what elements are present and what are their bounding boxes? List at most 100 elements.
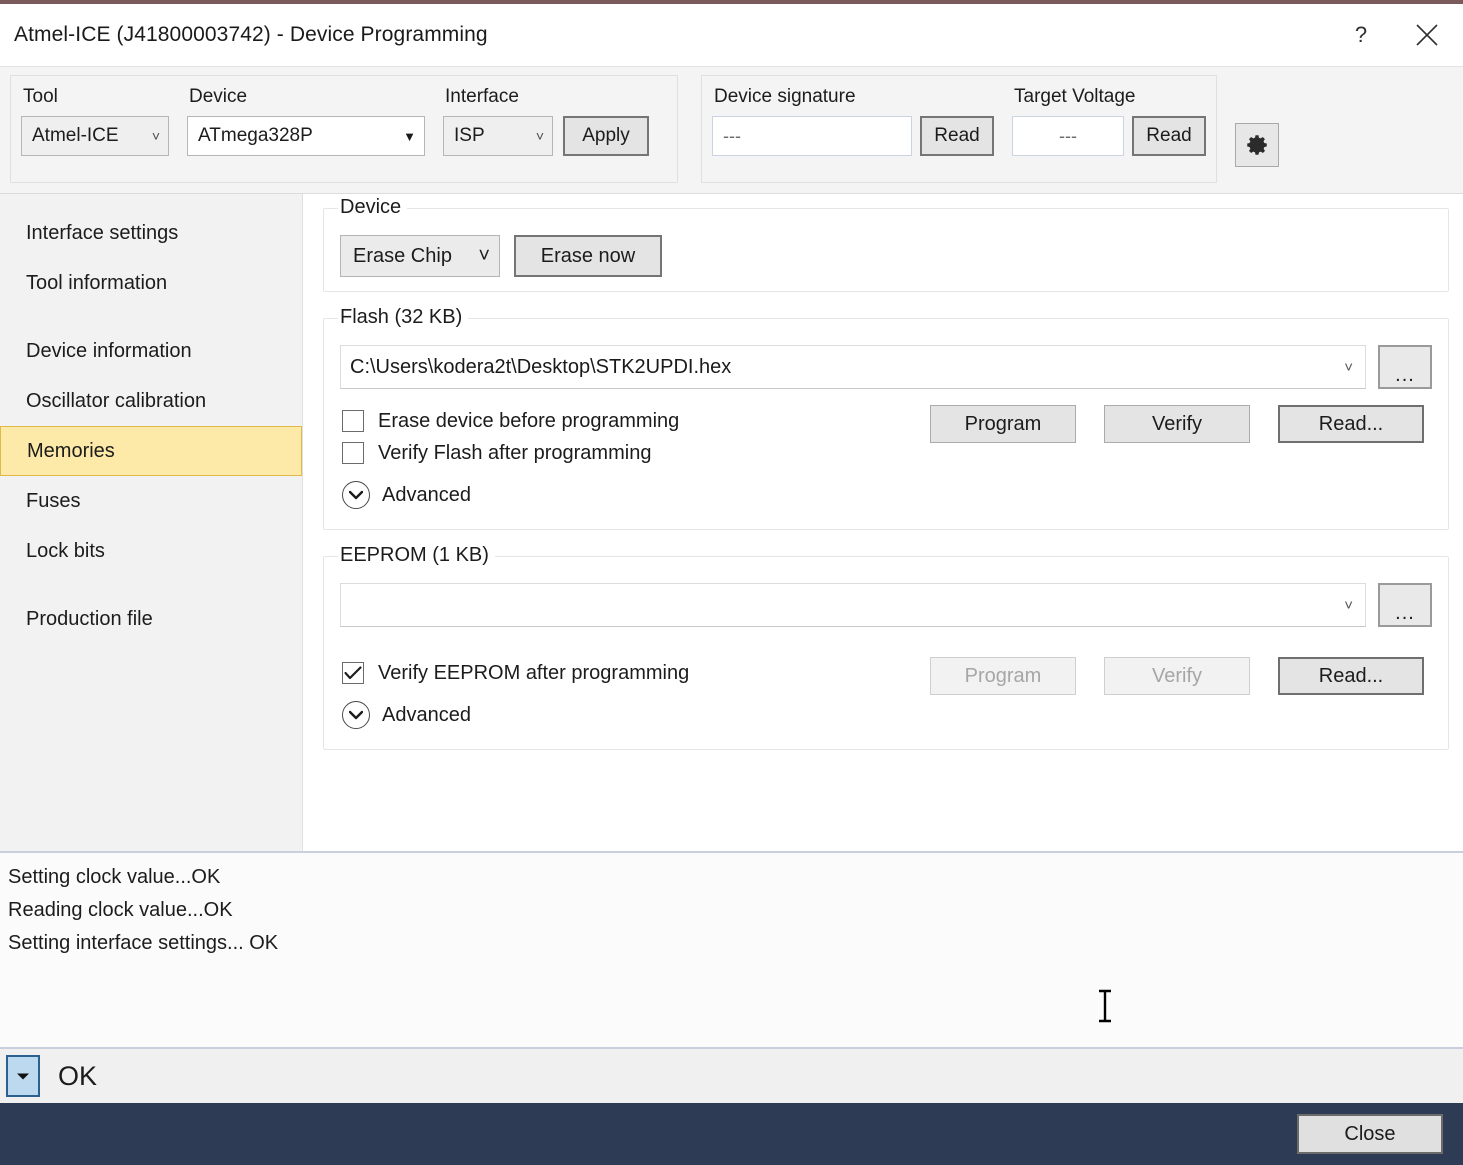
eeprom-file-input[interactable]: ˅ bbox=[340, 583, 1366, 627]
help-button[interactable]: ? bbox=[1331, 6, 1391, 64]
sidebar-item-label: Device information bbox=[26, 339, 192, 362]
device-signature-field: Device signature --- Read bbox=[712, 82, 994, 156]
status-bar: OK bbox=[0, 1047, 1463, 1103]
flash-advanced-label: Advanced bbox=[382, 483, 471, 506]
tool-label: Tool bbox=[23, 86, 58, 107]
checkbox-box bbox=[342, 442, 364, 464]
eeprom-read-button[interactable]: Read... bbox=[1278, 657, 1424, 695]
checkbox-label: Verify Flash after programming bbox=[378, 441, 652, 464]
sidebar: Interface settings Tool information Devi… bbox=[0, 194, 303, 851]
title-bar: Atmel-ICE (J41800003742) - Device Progra… bbox=[0, 4, 1463, 66]
chevron-down-icon: ˅ bbox=[478, 244, 490, 267]
device-group-legend: Device bbox=[338, 196, 408, 219]
target-voltage-input[interactable]: --- bbox=[1012, 116, 1124, 156]
eeprom-program-button: Program bbox=[930, 657, 1076, 695]
tool-select[interactable]: Atmel-ICE ˅ bbox=[21, 116, 169, 156]
toolbar-right-panel: Device signature --- Read Target Voltage… bbox=[701, 75, 1217, 183]
window-title: Atmel-ICE (J41800003742) - Device Progra… bbox=[14, 23, 488, 46]
status-text: OK bbox=[58, 1060, 98, 1091]
eeprom-action-buttons: Program Verify Read... bbox=[930, 657, 1432, 695]
eeprom-verify-button: Verify bbox=[1104, 657, 1250, 695]
sidebar-item-tool-information[interactable]: Tool information bbox=[0, 258, 302, 308]
erase-now-button[interactable]: Erase now bbox=[514, 235, 662, 277]
sidebar-item-label: Fuses bbox=[26, 489, 81, 512]
close-icon[interactable] bbox=[1391, 6, 1463, 64]
sidebar-item-oscillator-calibration[interactable]: Oscillator calibration bbox=[0, 376, 302, 426]
sidebar-item-label: Oscillator calibration bbox=[26, 389, 207, 412]
eeprom-advanced-label: Advanced bbox=[382, 703, 471, 726]
checkbox-box bbox=[342, 410, 364, 432]
sidebar-item-label: Memories bbox=[27, 439, 115, 462]
toolbar-left-panel: Tool Atmel-ICE ˅ Device ATmega328P ▼ Int… bbox=[10, 75, 678, 183]
flash-browse-button[interactable]: ... bbox=[1378, 345, 1432, 389]
flash-read-button[interactable]: Read... bbox=[1278, 405, 1424, 443]
log-output[interactable]: Setting clock value...OK Reading clock v… bbox=[0, 851, 1463, 1047]
device-label: Device bbox=[189, 86, 248, 107]
flash-group: Flash (32 KB) C:\Users\kodera2t\Desktop\… bbox=[323, 306, 1449, 530]
device-select[interactable]: ATmega328P ▼ bbox=[187, 116, 425, 156]
erase-before-programming-checkbox[interactable]: Erase device before programming bbox=[342, 405, 679, 437]
interface-field: Interface ISP ˅ Apply bbox=[443, 82, 649, 156]
flash-file-path: C:\Users\kodera2t\Desktop\STK2UPDI.hex bbox=[350, 355, 732, 378]
erase-mode-select[interactable]: Erase Chip ˅ bbox=[340, 235, 500, 277]
log-line: Setting interface settings... OK bbox=[8, 932, 279, 954]
read-device-signature-button[interactable]: Read bbox=[920, 116, 994, 156]
target-voltage-label: Target Voltage bbox=[1014, 86, 1136, 107]
sidebar-item-label: Tool information bbox=[26, 271, 168, 294]
verify-eeprom-after-programming-checkbox[interactable]: Verify EEPROM after programming bbox=[342, 657, 689, 689]
device-field: Device ATmega328P ▼ bbox=[187, 82, 425, 156]
flash-program-button[interactable]: Program bbox=[930, 405, 1076, 443]
flash-advanced-expander[interactable]: Advanced bbox=[342, 475, 679, 515]
flash-group-legend: Flash (32 KB) bbox=[338, 306, 469, 329]
eeprom-group: EEPROM (1 KB) ˅ ... Verify EEPROM after … bbox=[323, 544, 1449, 750]
verify-flash-after-programming-checkbox[interactable]: Verify Flash after programming bbox=[342, 437, 679, 469]
chevron-down-icon: ˅ bbox=[535, 128, 544, 144]
chevron-down-icon bbox=[342, 701, 370, 729]
device-value: ATmega328P bbox=[198, 125, 313, 146]
sidebar-item-lock-bits[interactable]: Lock bits bbox=[0, 526, 302, 576]
toolbar: Tool Atmel-ICE ˅ Device ATmega328P ▼ Int… bbox=[0, 66, 1463, 194]
device-group: Device Erase Chip ˅ Erase now bbox=[323, 196, 1449, 292]
main-body: Interface settings Tool information Devi… bbox=[0, 194, 1463, 851]
content-area: Device Erase Chip ˅ Erase now Flash (32 … bbox=[303, 194, 1463, 851]
log-line: Reading clock value...OK bbox=[8, 899, 233, 921]
sidebar-item-label: Interface settings bbox=[26, 221, 179, 244]
title-bar-buttons: ? bbox=[1331, 4, 1463, 66]
interface-select[interactable]: ISP ˅ bbox=[443, 116, 553, 156]
interface-value: ISP bbox=[454, 125, 485, 146]
footer-bar: Close bbox=[0, 1103, 1463, 1165]
apply-button[interactable]: Apply bbox=[563, 116, 649, 156]
sidebar-item-device-information[interactable]: Device information bbox=[0, 326, 302, 376]
checkbox-label: Erase device before programming bbox=[378, 409, 680, 432]
sidebar-item-interface-settings[interactable]: Interface settings bbox=[0, 208, 302, 258]
erase-mode-value: Erase Chip bbox=[353, 244, 452, 267]
flash-verify-button[interactable]: Verify bbox=[1104, 405, 1250, 443]
chevron-down-icon: ˅ bbox=[151, 128, 160, 144]
sidebar-item-label: Production file bbox=[26, 607, 153, 630]
read-target-voltage-button[interactable]: Read bbox=[1132, 116, 1206, 156]
sidebar-item-fuses[interactable]: Fuses bbox=[0, 476, 302, 526]
status-dropdown-toggle[interactable] bbox=[6, 1055, 40, 1097]
flash-action-buttons: Program Verify Read... bbox=[930, 405, 1432, 443]
device-signature-input[interactable]: --- bbox=[712, 116, 912, 156]
sidebar-item-memories[interactable]: Memories bbox=[0, 426, 302, 476]
checkbox-box bbox=[342, 662, 364, 684]
target-voltage-field: Target Voltage --- Read bbox=[1012, 82, 1206, 156]
device-signature-label: Device signature bbox=[714, 86, 856, 107]
chevron-down-icon: ˅ bbox=[1344, 358, 1353, 376]
eeprom-group-legend: EEPROM (1 KB) bbox=[338, 544, 495, 567]
checkbox-label: Verify EEPROM after programming bbox=[378, 661, 690, 684]
sidebar-item-production-file[interactable]: Production file bbox=[0, 594, 302, 644]
log-line: Setting clock value...OK bbox=[8, 866, 221, 888]
chevron-down-icon: ˅ bbox=[1344, 596, 1353, 614]
chevron-down-icon bbox=[342, 481, 370, 509]
eeprom-advanced-expander[interactable]: Advanced bbox=[342, 695, 689, 735]
flash-file-input[interactable]: C:\Users\kodera2t\Desktop\STK2UPDI.hex ˅ bbox=[340, 345, 1366, 389]
tool-field: Tool Atmel-ICE ˅ bbox=[21, 82, 169, 156]
chevron-down-solid-icon: ▼ bbox=[403, 128, 416, 144]
eeprom-browse-button[interactable]: ... bbox=[1378, 583, 1432, 627]
device-programming-window: Atmel-ICE (J41800003742) - Device Progra… bbox=[0, 0, 1463, 1165]
close-button[interactable]: Close bbox=[1297, 1114, 1443, 1154]
text-cursor-icon bbox=[1097, 989, 1113, 1028]
gear-icon[interactable] bbox=[1235, 123, 1279, 167]
